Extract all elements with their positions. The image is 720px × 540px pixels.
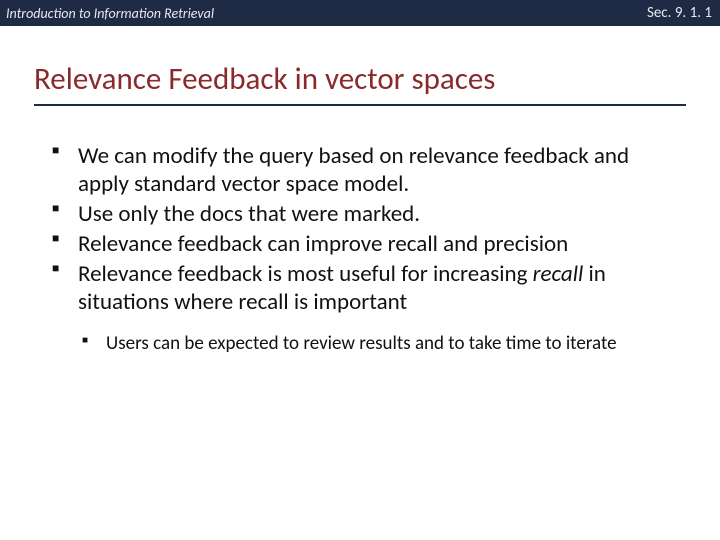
text-span: Relevance feedback is most useful for in… (78, 260, 533, 288)
page-title: Relevance Feedback in vector spaces (34, 60, 686, 106)
list-item: Relevance feedback is most useful for in… (48, 260, 672, 356)
section-number: Sec. 9. 1. 1 (647, 4, 712, 22)
list-item: Relevance feedback can improve recall an… (48, 230, 672, 258)
header-bar: Introduction to Information Retrieval Se… (0, 0, 720, 26)
main-bullet-list: We can modify the query based on relevan… (48, 142, 672, 356)
sub-bullet-list: Users can be expected to review results … (78, 332, 672, 356)
list-item: Use only the docs that were marked. (48, 200, 672, 228)
emphasized-text: recall (533, 260, 584, 288)
list-item: Users can be expected to review results … (78, 332, 672, 356)
title-container: Relevance Feedback in vector spaces (0, 26, 720, 106)
course-title: Introduction to Information Retrieval (6, 5, 214, 22)
list-item: We can modify the query based on relevan… (48, 142, 672, 198)
content-area: We can modify the query based on relevan… (0, 106, 720, 356)
